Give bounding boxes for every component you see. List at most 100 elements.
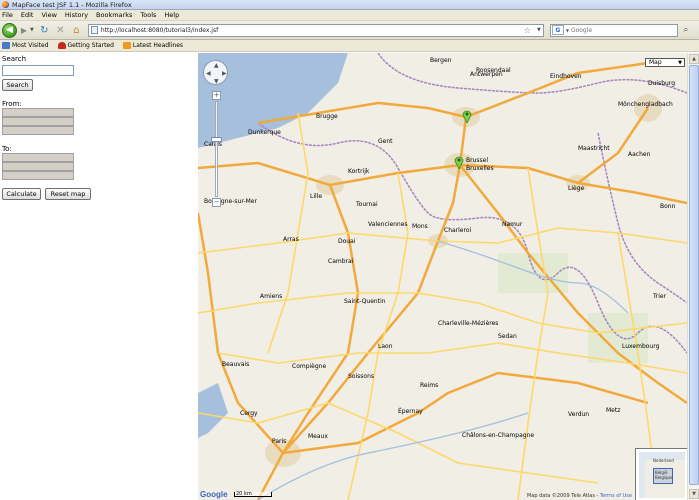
menu-bookmarks[interactable]: Bookmarks (96, 11, 132, 19)
url-dropdown-icon[interactable]: ▼ (537, 27, 541, 33)
url-bar[interactable]: http://localhost:8080/tutorial3/index.js… (87, 23, 544, 37)
city-label: Eindhoven (550, 73, 582, 80)
city-label: Cergy (240, 410, 258, 417)
chevron-down-icon: ▼ (678, 60, 682, 66)
bookmark-label: Getting Started (67, 42, 114, 49)
location-search-input[interactable] (2, 65, 74, 76)
city-label: Lille (310, 193, 323, 200)
pan-control[interactable]: ▲ ▼ ◀ ▶ (203, 60, 228, 85)
pan-left-icon[interactable]: ◀ (206, 70, 211, 77)
bookmark-star-icon[interactable]: ☆ (524, 26, 531, 35)
home-icon[interactable]: ⌂ (70, 24, 83, 37)
search-button[interactable]: Search (2, 79, 33, 91)
title-bar: MapFace test JSF 1.1 - Mozilla Firefox (0, 0, 699, 10)
menu-bar: File Edit View History Bookmarks Tools H… (0, 10, 699, 21)
map-canvas[interactable] (198, 53, 687, 500)
menu-view[interactable]: View (41, 11, 56, 19)
scrollbar-thumb[interactable] (689, 65, 699, 485)
city-label: Maastricht (578, 145, 610, 152)
city-label: Saint-Quentin (344, 298, 386, 305)
bookmark-most-visited[interactable]: Most Visited (2, 42, 49, 49)
city-label: Charleville-Mézières (438, 320, 499, 327)
menu-file[interactable]: File (2, 11, 13, 19)
pan-up-icon[interactable]: ▲ (214, 62, 219, 69)
city-label: Roosendaal (476, 67, 511, 74)
menu-tools[interactable]: Tools (140, 11, 156, 19)
form-buttons: Calculate Reset map (2, 188, 192, 200)
calculate-button[interactable]: Calculate (2, 188, 41, 200)
to-address-line-1[interactable] (2, 153, 74, 162)
city-label: Trier (653, 293, 667, 300)
overview-map[interactable]: Nederland België Belgique (635, 448, 687, 500)
city-label: Calais (204, 141, 223, 148)
city-label: Charleroi (444, 227, 472, 234)
search-go-icon[interactable]: ⌕ (680, 24, 692, 36)
city-label: Liège (568, 185, 585, 192)
city-label: Verdun (568, 411, 590, 418)
terms-of-use-link[interactable]: Terms of Use (600, 493, 632, 499)
pan-down-icon[interactable]: ▼ (214, 78, 219, 85)
from-address-line-1[interactable] (2, 108, 74, 117)
scroll-up-icon[interactable]: ▲ (689, 54, 699, 64)
to-address-line-3[interactable] (2, 171, 74, 180)
city-label: Dunkerque (248, 129, 281, 136)
back-button[interactable]: ◀ (2, 22, 17, 38)
page-scrollbar[interactable]: ▲ ▼ (687, 53, 699, 500)
map-type-select[interactable]: Map ▼ (645, 58, 685, 67)
bookmark-label: Latest Headlines (132, 42, 184, 49)
menu-history[interactable]: History (65, 11, 88, 19)
web-search-input[interactable] (570, 26, 666, 34)
city-label: Duisburg (648, 80, 675, 87)
city-label: Cambrai (328, 258, 354, 265)
coast-water (198, 383, 228, 438)
city-label: Luxembourg (622, 343, 660, 350)
city-label: Mönchengladbach (618, 101, 673, 108)
reload-icon[interactable]: ↻ (38, 24, 51, 37)
city-label: Châlons-en-Champagne (462, 432, 535, 439)
engine-dropdown-icon[interactable]: ▼ (566, 28, 569, 33)
most-visited-icon (2, 42, 10, 49)
bookmark-label: Most Visited (12, 42, 49, 49)
overview-map-view[interactable]: Nederland België Belgique (639, 452, 685, 498)
history-dropdown-icon[interactable]: ▼ (30, 27, 34, 33)
forward-button[interactable]: ▶ (19, 25, 29, 35)
to-address-line-2[interactable] (2, 162, 74, 171)
search-engine-icon[interactable]: G (551, 25, 564, 35)
country-border (377, 53, 687, 94)
page-icon (90, 26, 98, 34)
map-view[interactable]: Antwerpen Brussel Bruxelles Gent Brugge … (198, 53, 687, 500)
zoom-slider-handle[interactable] (211, 137, 222, 142)
zoom-slider-track[interactable] (215, 101, 218, 197)
primary-road (517, 167, 549, 500)
navigation-toolbar: ◀ ▶ ▼ ↻ ✕ ⌂ http://localhost:8080/tutori… (0, 21, 699, 40)
city-label: Aachen (628, 151, 651, 158)
end-marker-icon[interactable] (454, 155, 464, 169)
search-bar[interactable]: G ▼ (549, 23, 678, 37)
zoom-out-button[interactable]: − (212, 198, 221, 207)
city-label: Soissons (348, 373, 374, 380)
from-address-line-2[interactable] (2, 117, 74, 126)
city-label: Reims (420, 382, 439, 389)
route-form: Search Search From: To: Calculate Reset … (2, 55, 192, 200)
city-label: Arras (283, 236, 299, 243)
city-label: Bonn (660, 203, 676, 210)
city-label: Brugge (316, 113, 338, 120)
bookmark-latest-headlines[interactable]: Latest Headlines (122, 42, 184, 49)
zoom-in-button[interactable]: + (212, 91, 221, 100)
reset-map-button[interactable]: Reset map (45, 188, 91, 200)
from-address-line-3[interactable] (2, 126, 74, 135)
map-type-label: Map (649, 59, 662, 66)
city-label: Laon (378, 343, 393, 350)
city-label: Metz (606, 407, 621, 414)
url-text[interactable]: http://localhost:8080/tutorial3/index.js… (101, 27, 218, 34)
scroll-down-icon[interactable]: ▼ (689, 489, 699, 499)
google-logo[interactable]: Google (200, 490, 228, 499)
from-label: From: (2, 100, 22, 108)
menu-help[interactable]: Help (164, 11, 179, 19)
stop-icon[interactable]: ✕ (54, 24, 67, 37)
start-marker-icon[interactable] (462, 109, 472, 123)
firefox-icon (2, 1, 9, 8)
bookmark-getting-started[interactable]: Getting Started (57, 42, 114, 49)
pan-right-icon[interactable]: ▶ (222, 70, 227, 77)
menu-edit[interactable]: Edit (21, 11, 34, 19)
